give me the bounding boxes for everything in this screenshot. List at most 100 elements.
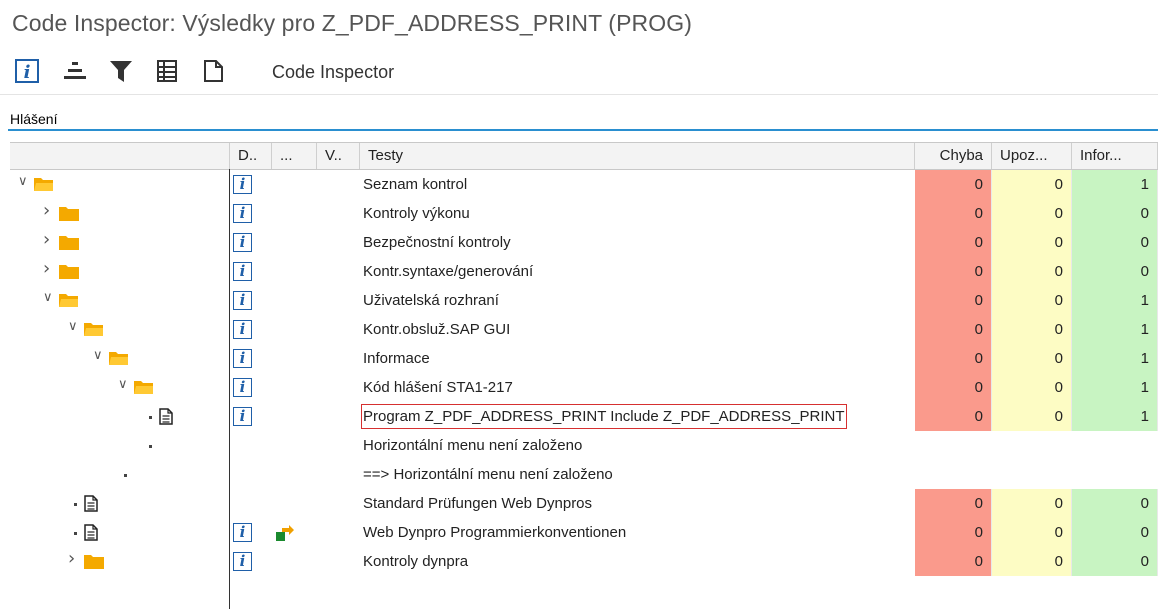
folder-icon (59, 236, 79, 250)
chevron-down-icon[interactable]: ∨ (18, 174, 28, 189)
results-tree-grid[interactable]: D.. ... V.. Testy Chyba Upoz... Infor...… (10, 142, 1158, 609)
table-row[interactable]: Web Dynpro Programmierkonventionen000 (10, 518, 1158, 547)
test-name[interactable]: Bezpečnostní kontroly (361, 228, 511, 257)
info-count: 0 (1072, 228, 1158, 257)
info-count: 0 (1072, 489, 1158, 518)
info-icon[interactable] (233, 378, 252, 397)
test-name[interactable]: Kontroly výkonu (361, 199, 470, 228)
table-row[interactable]: ∨Kontr.obsluž.SAP GUI001 (10, 315, 1158, 344)
chevron-down-icon[interactable]: ∨ (118, 377, 128, 392)
error-count: 0 (915, 547, 992, 576)
info-icon[interactable]: i (14, 58, 40, 84)
table-row[interactable]: ∨Kód hlášení STA1-217001 (10, 373, 1158, 402)
table-row[interactable]: Standard Prüfungen Web Dynpros 0 0 0 (10, 489, 1158, 518)
info-count: 0 (1072, 199, 1158, 228)
chevron-down-icon[interactable]: ∨ (43, 290, 53, 305)
table-row[interactable]: Horizontální menu není založeno (10, 431, 1158, 460)
test-name[interactable]: Kontr.obsluž.SAP GUI (361, 315, 510, 344)
error-count: 0 (915, 373, 992, 402)
folder-open-icon (109, 352, 128, 365)
info-icon[interactable] (233, 262, 252, 281)
document-icon (84, 495, 98, 512)
column-header-tests[interactable]: Testy (360, 143, 915, 169)
test-name[interactable]: Seznam kontrol (361, 170, 467, 199)
column-header-v[interactable]: V.. (317, 143, 360, 169)
folder-icon (84, 555, 104, 569)
info-icon[interactable] (233, 320, 252, 339)
table-row[interactable]: ==> Horizontální menu není založeno (10, 460, 1158, 489)
navigate-icon[interactable] (276, 524, 294, 542)
table-row[interactable]: ›Kontroly dynpra000 (10, 547, 1158, 576)
test-name[interactable]: ==> Horizontální menu není založeno (361, 460, 613, 489)
table-row[interactable]: Program Z_PDF_ADDRESS_PRINT Include Z_PD… (10, 402, 1158, 431)
svg-text:i: i (24, 62, 31, 83)
test-name[interactable]: Kód hlášení STA1-217 (361, 373, 513, 402)
info-icon[interactable] (233, 523, 252, 542)
folder-open-icon (134, 381, 153, 394)
warning-count: 0 (992, 344, 1072, 373)
section-label: Hlášení (10, 111, 58, 127)
info-count: 1 (1072, 286, 1158, 315)
tree-bullet (149, 416, 152, 419)
info-icon[interactable] (233, 552, 252, 571)
tree-bullet (74, 532, 77, 535)
chevron-down-icon[interactable]: ∨ (68, 319, 78, 334)
error-count: 0 (915, 489, 992, 518)
document-icon[interactable] (200, 58, 226, 84)
toolbar-divider (0, 94, 1158, 95)
chevron-down-icon[interactable]: ∨ (93, 348, 103, 363)
error-count: 0 (915, 199, 992, 228)
test-name[interactable]: Uživatelská rozhraní (361, 286, 499, 315)
test-name[interactable]: Web Dynpro Programmierkonventionen (361, 518, 626, 547)
info-icon[interactable] (233, 175, 252, 194)
test-name[interactable]: Program Z_PDF_ADDRESS_PRINT Include Z_PD… (361, 404, 847, 429)
error-count: 0 (915, 286, 992, 315)
info-count: 0 (1072, 547, 1158, 576)
chevron-right-icon[interactable]: › (68, 548, 75, 569)
warning-count: 0 (992, 228, 1072, 257)
info-icon[interactable] (233, 233, 252, 252)
column-header-dots[interactable]: ... (272, 143, 317, 169)
table-row[interactable]: ∨Informace001 (10, 344, 1158, 373)
table-row[interactable]: ›Bezpečnostní kontroly000 (10, 228, 1158, 257)
warning-count: 0 (992, 257, 1072, 286)
info-icon[interactable] (233, 291, 252, 310)
column-header-info[interactable]: Infor... (1072, 143, 1158, 169)
tree-bullet (124, 474, 127, 477)
chevron-right-icon[interactable]: › (43, 229, 50, 250)
code-inspector-button[interactable]: Code Inspector (272, 62, 394, 83)
info-icon[interactable] (233, 204, 252, 223)
info-count: 1 (1072, 170, 1158, 199)
column-header-d[interactable]: D.. (230, 143, 272, 169)
test-name[interactable]: Standard Prüfungen Web Dynpros (361, 489, 592, 518)
info-icon[interactable] (233, 349, 252, 368)
table-row[interactable]: ›Kontr.syntaxe/generování000 (10, 257, 1158, 286)
chevron-right-icon[interactable]: › (43, 200, 50, 221)
info-icon[interactable] (233, 407, 252, 426)
chevron-right-icon[interactable]: › (43, 258, 50, 279)
test-name[interactable]: Kontr.syntaxe/generování (361, 257, 533, 286)
warning-count: 0 (992, 402, 1072, 431)
table-row[interactable]: ∨Uživatelská rozhraní001 (10, 286, 1158, 315)
warning-count: 0 (992, 489, 1072, 518)
warning-count: 0 (992, 286, 1072, 315)
info-count: 1 (1072, 344, 1158, 373)
column-header-tree[interactable] (10, 143, 230, 169)
column-header-warning[interactable]: Upoz... (992, 143, 1072, 169)
table-row[interactable]: ›Kontroly výkonu000 (10, 199, 1158, 228)
grid-header: D.. ... V.. Testy Chyba Upoz... Infor... (10, 142, 1158, 170)
test-name[interactable]: Kontroly dynpra (361, 547, 468, 576)
list-icon[interactable] (154, 58, 180, 84)
sort-icon[interactable] (62, 58, 88, 84)
folder-open-icon (59, 294, 78, 307)
column-header-error[interactable]: Chyba (915, 143, 992, 169)
test-name[interactable]: Informace (361, 344, 430, 373)
info-count: 1 (1072, 315, 1158, 344)
info-count: 1 (1072, 402, 1158, 431)
table-row[interactable]: ∨Seznam kontrol001 (10, 170, 1158, 199)
test-name[interactable]: Horizontální menu není založeno (361, 431, 582, 460)
warning-count: 0 (992, 518, 1072, 547)
document-icon (84, 524, 98, 541)
filter-icon[interactable] (108, 58, 134, 84)
warning-count: 0 (992, 547, 1072, 576)
